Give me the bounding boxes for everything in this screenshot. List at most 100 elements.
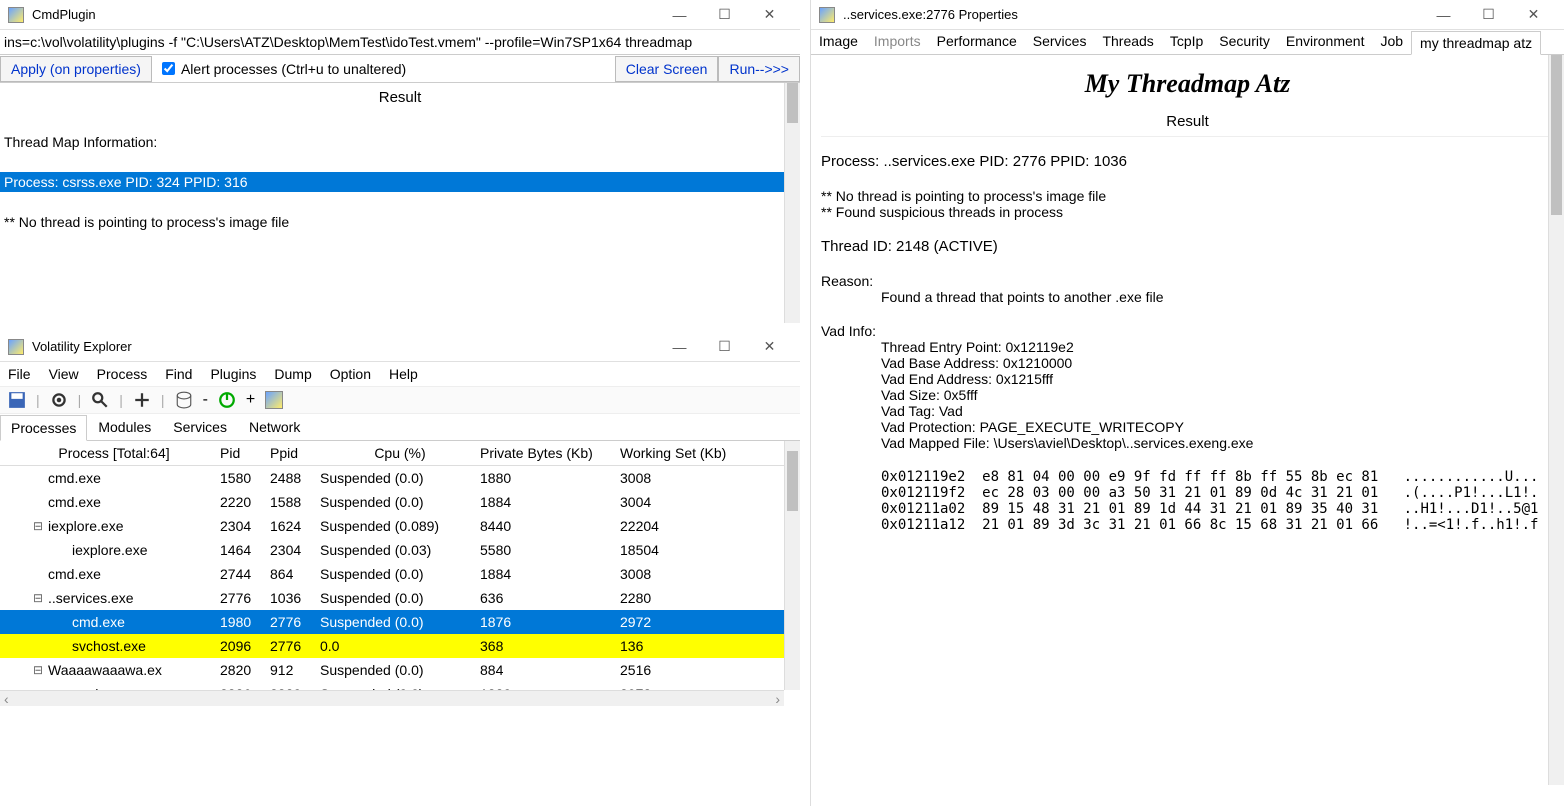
col-priv[interactable]: Private Bytes (Kb) <box>480 445 620 461</box>
save-icon[interactable] <box>8 391 26 409</box>
explorer-tab[interactable]: Processes <box>0 415 87 441</box>
col-cpu[interactable]: Cpu (%) <box>320 445 480 461</box>
menu-item[interactable]: Process <box>97 366 148 382</box>
process-name: iexplore.exe <box>72 542 148 558</box>
menu-item[interactable]: View <box>49 366 79 382</box>
cell-ppid: 1036 <box>270 590 320 606</box>
process-name: iexplore.exe <box>48 518 124 534</box>
result-line <box>0 192 800 212</box>
properties-tab[interactable]: Environment <box>1278 30 1373 54</box>
cell-ws: 22204 <box>620 518 760 534</box>
menu-item[interactable]: Option <box>330 366 371 382</box>
app-icon[interactable] <box>265 391 283 409</box>
apply-button[interactable]: Apply (on properties) <box>0 56 152 82</box>
col-pid[interactable]: Pid <box>220 445 270 461</box>
tree-icon[interactable] <box>133 391 151 409</box>
properties-tab[interactable]: Imports <box>866 30 929 54</box>
properties-tab[interactable]: Image <box>811 30 866 54</box>
vad-block: Vad Info: Thread Entry Point: 0x12119e2 … <box>821 323 1554 451</box>
close-button[interactable]: ✕ <box>747 6 792 23</box>
cell-pid: 2096 <box>220 638 270 654</box>
alert-label: Alert processes (Ctrl+u to unaltered) <box>181 61 615 77</box>
col-ws[interactable]: Working Set (Kb) <box>620 445 760 461</box>
process-name: cmd.exe <box>48 470 101 486</box>
hex-dump: 0x012119e2 e8 81 04 00 00 e9 9f fd ff ff… <box>821 469 1554 533</box>
cell-ws: 3008 <box>620 470 760 486</box>
table-row[interactable]: ⊟Waaaawaaawa.ex2820912Suspended (0.0)884… <box>0 658 800 682</box>
cell-ppid: 1624 <box>270 518 320 534</box>
cell-pid: 2820 <box>220 662 270 678</box>
minimize-button[interactable]: — <box>657 7 702 23</box>
table-row[interactable]: cmd.exe22201588Suspended (0.0)18843004 <box>0 490 800 514</box>
close-button[interactable]: ✕ <box>747 338 792 355</box>
explorer-toolbar: | | | | - + <box>0 386 800 414</box>
table-row[interactable]: svchost.exe209627760.0368136 <box>0 634 800 658</box>
explorer-tab[interactable]: Modules <box>87 414 162 440</box>
properties-tab[interactable]: Threads <box>1094 30 1161 54</box>
cell-priv: 368 <box>480 638 620 654</box>
properties-tab[interactable]: Services <box>1025 30 1095 54</box>
table-row[interactable]: ⊟..services.exe27761036Suspended (0.0)63… <box>0 586 800 610</box>
maximize-button[interactable]: ☐ <box>1466 6 1511 23</box>
minus-icon[interactable]: - <box>203 391 208 409</box>
table-row[interactable]: ⊟iexplore.exe23041624Suspended (0.089)84… <box>0 514 800 538</box>
menu-item[interactable]: Help <box>389 366 418 382</box>
power-icon[interactable] <box>218 391 236 409</box>
vad-map: Vad Mapped File: \Users\aviel\Desktop\..… <box>821 435 1554 451</box>
menu-item[interactable]: File <box>8 366 31 382</box>
vad-size: Vad Size: 0x5fff <box>821 387 1554 403</box>
process-name: svchost.exe <box>72 638 146 654</box>
menu-item[interactable]: Find <box>165 366 192 382</box>
cmdplugin-result: Result Thread Map Information: Process: … <box>0 83 800 323</box>
table-row[interactable]: iexplore.exe14642304Suspended (0.03)5580… <box>0 538 800 562</box>
cell-cpu: Suspended (0.0) <box>320 566 480 582</box>
col-process[interactable]: Process [Total:64] <box>0 445 220 461</box>
scroll-left-icon[interactable]: ‹ <box>4 691 9 707</box>
properties-tab[interactable]: TcpIp <box>1162 30 1211 54</box>
cell-ws: 3008 <box>620 566 760 582</box>
gear-icon[interactable] <box>50 391 68 409</box>
cell-priv: 8440 <box>480 518 620 534</box>
table-row[interactable]: cmd.exe15802488Suspended (0.0)18803008 <box>0 466 800 490</box>
command-input[interactable] <box>0 30 800 55</box>
run-button[interactable]: Run-->>> <box>718 56 800 82</box>
menu-item[interactable]: Dump <box>274 366 311 382</box>
properties-tab[interactable]: Job <box>1372 30 1411 54</box>
minimize-button[interactable]: — <box>1421 7 1466 23</box>
grid-header: Process [Total:64] Pid Ppid Cpu (%) Priv… <box>0 441 800 466</box>
cell-ppid: 2776 <box>270 614 320 630</box>
properties-tab[interactable]: my threadmap atz <box>1411 31 1541 55</box>
scroll-right-icon[interactable]: › <box>775 691 780 707</box>
clear-screen-button[interactable]: Clear Screen <box>615 56 719 82</box>
cell-cpu: Suspended (0.0) <box>320 494 480 510</box>
alert-checkbox[interactable] <box>162 62 175 75</box>
col-ppid[interactable]: Ppid <box>270 445 320 461</box>
warn-line: ** No thread is pointing to process's im… <box>821 188 1554 204</box>
tree-toggle-icon[interactable]: ⊟ <box>32 519 44 533</box>
db-icon[interactable] <box>175 391 193 409</box>
menu-item[interactable]: Plugins <box>210 366 256 382</box>
process-grid: Process [Total:64] Pid Ppid Cpu (%) Priv… <box>0 441 800 706</box>
properties-tab[interactable]: Performance <box>929 30 1025 54</box>
cell-ppid: 864 <box>270 566 320 582</box>
close-button[interactable]: ✕ <box>1511 6 1556 23</box>
maximize-button[interactable]: ☐ <box>702 6 747 23</box>
result-line: ** No thread is pointing to process's im… <box>0 212 800 232</box>
properties-tab[interactable]: Security <box>1211 30 1278 54</box>
tree-toggle-icon[interactable]: ⊟ <box>32 663 44 677</box>
plus-icon[interactable]: + <box>246 391 255 409</box>
result-header: Result <box>0 83 800 112</box>
tree-toggle-icon[interactable]: ⊟ <box>32 591 44 605</box>
maximize-button[interactable]: ☐ <box>702 338 747 355</box>
explorer-tab[interactable]: Network <box>238 414 311 440</box>
search-icon[interactable] <box>91 391 109 409</box>
minimize-button[interactable]: — <box>657 339 702 355</box>
cell-ws: 18504 <box>620 542 760 558</box>
cmdplugin-titlebar: CmdPlugin — ☐ ✕ <box>0 0 800 30</box>
explorer-tab[interactable]: Services <box>162 414 238 440</box>
table-row[interactable]: cmd.exe19802776Suspended (0.0)18762972 <box>0 610 800 634</box>
table-row[interactable]: cmd.exe2744864Suspended (0.0)18843008 <box>0 562 800 586</box>
cell-pid: 2744 <box>220 566 270 582</box>
cell-ws: 2972 <box>620 614 760 630</box>
cell-cpu: Suspended (0.0) <box>320 470 480 486</box>
